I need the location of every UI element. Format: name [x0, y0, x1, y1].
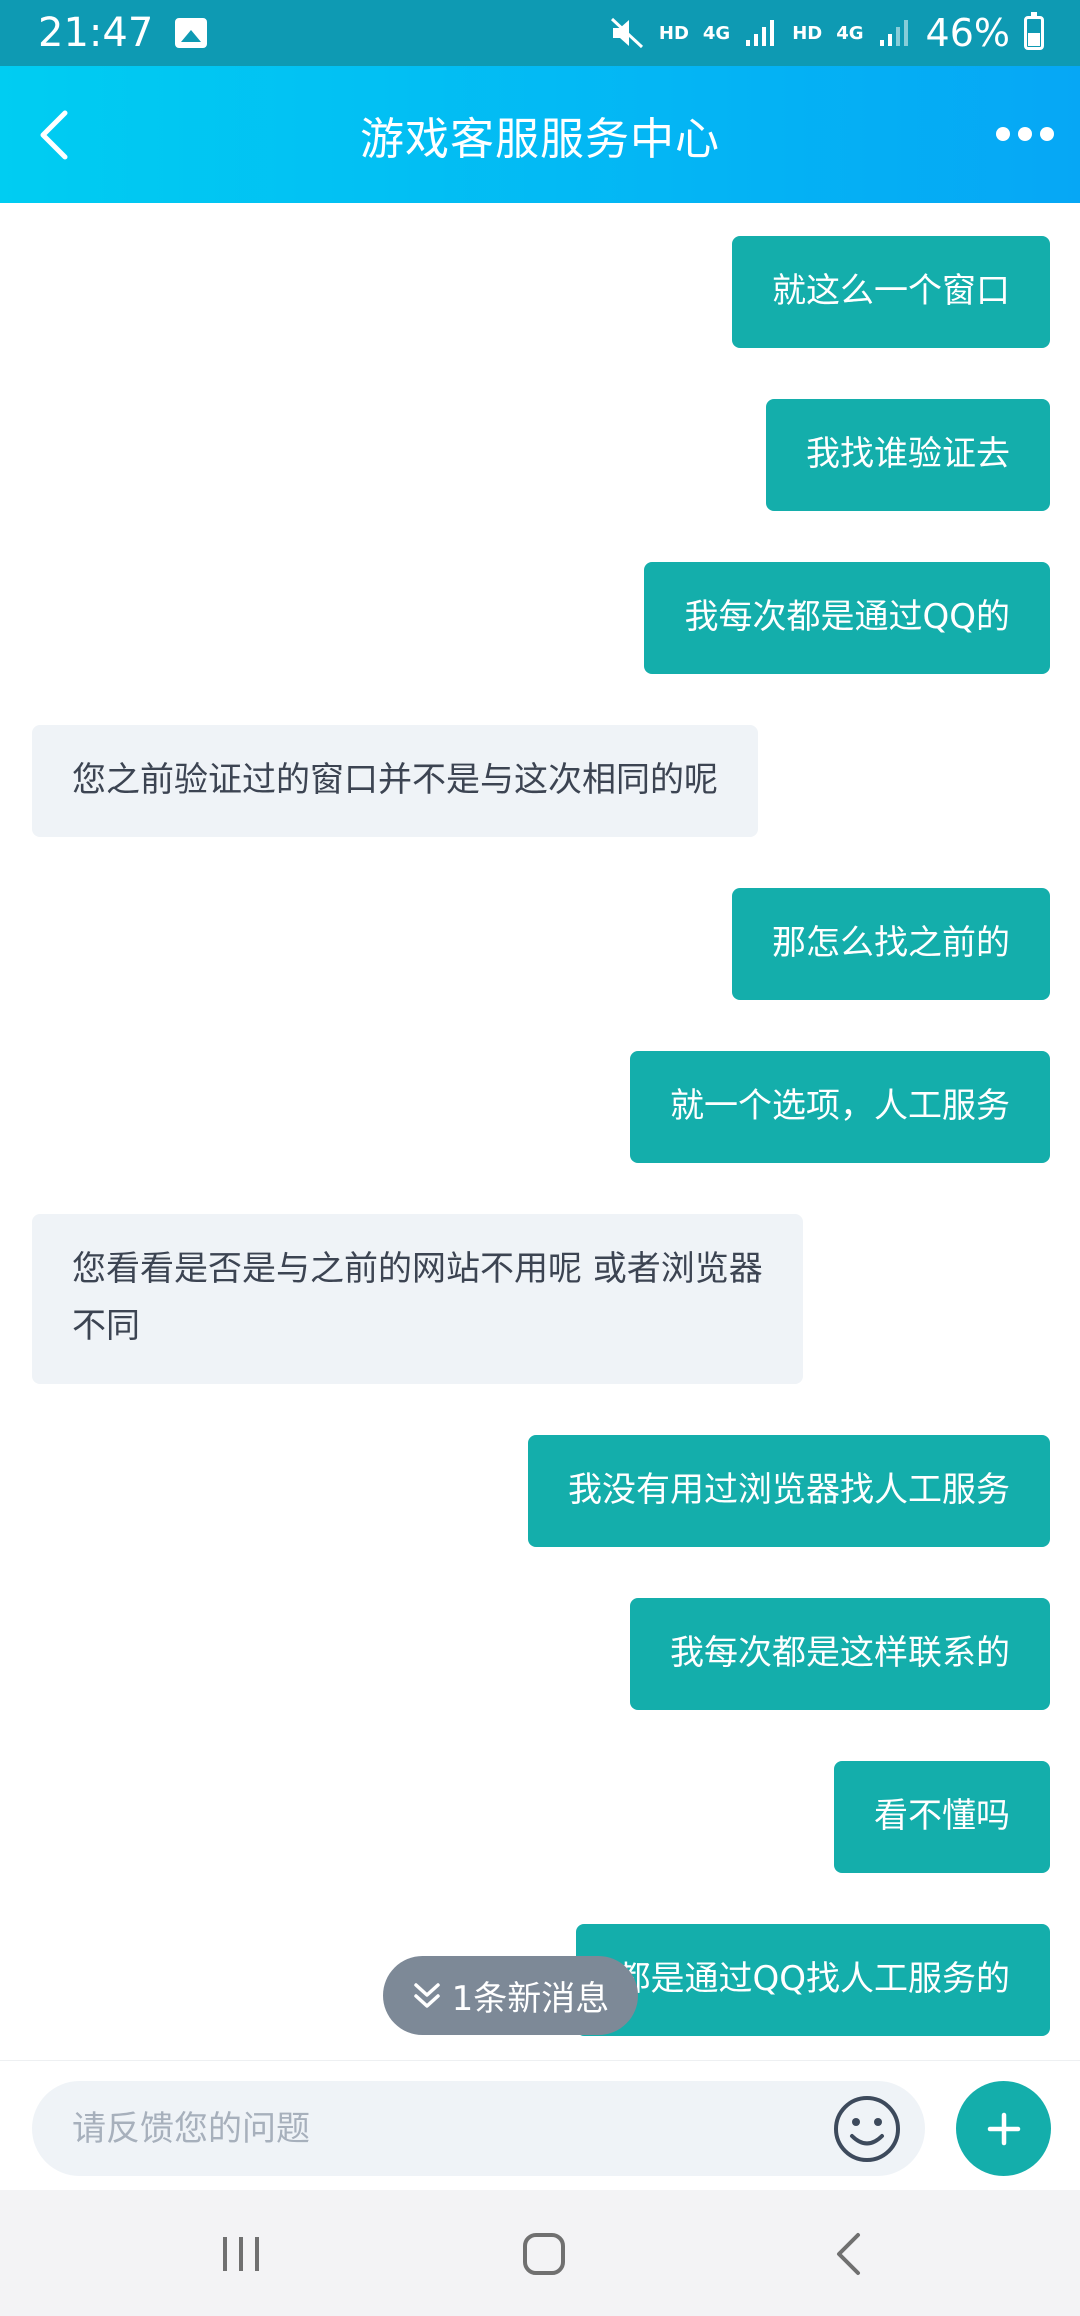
back-nav-button[interactable]: [816, 2222, 880, 2286]
status-time: 21:47: [38, 10, 154, 56]
more-options-button[interactable]: [990, 106, 1060, 162]
network-4g-label-2: 4G: [836, 22, 864, 44]
more-dot-icon: [996, 127, 1010, 141]
back-arrow-icon: [837, 2233, 860, 2275]
message-bubble-received[interactable]: 您之前验证过的窗口并不是与这次相同的呢: [32, 725, 758, 837]
emoji-icon[interactable]: [831, 2093, 903, 2165]
gallery-notification-icon: [175, 18, 208, 48]
message-input-container[interactable]: [32, 2081, 925, 2176]
page-title: 游戏客服服务中心: [360, 113, 720, 165]
recent-apps-button[interactable]: [209, 2222, 273, 2286]
message-bubble-sent[interactable]: 我没有用过浏览器找人工服务: [528, 1435, 1050, 1547]
recent-apps-icon: [223, 2237, 259, 2271]
message-bubble-sent[interactable]: 就一个选项，人工服务: [630, 1051, 1050, 1163]
home-button[interactable]: [512, 2222, 576, 2286]
message-input-bar: [0, 2060, 1080, 2190]
new-messages-button[interactable]: 1条新消息: [383, 1956, 638, 2035]
message-bubble-sent[interactable]: 我每次都是这样联系的: [630, 1598, 1050, 1710]
signal-icon-1: [746, 20, 775, 46]
status-bar: 21:47 HD 4G HD 4G 46%: [0, 0, 1080, 66]
message-bubble-sent[interactable]: 我每次都是通过QQ的: [644, 562, 1050, 674]
mute-icon: [610, 17, 643, 49]
message-bubble-sent[interactable]: 看不懂吗: [834, 1761, 1050, 1873]
message-line: 您看看是否是与之前的网站不用呢 或者浏览器: [72, 1249, 763, 1289]
more-dot-icon: [1018, 127, 1032, 141]
network-hd-label-2: HD: [792, 22, 823, 44]
chat-message-list[interactable]: 就这么一个窗口 我找谁验证去 我每次都是通过QQ的 您之前验证过的窗口并不是与这…: [0, 203, 1080, 2060]
chevron-left-icon: [40, 110, 68, 160]
message-bubble-sent[interactable]: 就这么一个窗口: [732, 236, 1050, 348]
app-header: 游戏客服服务中心: [0, 66, 1080, 203]
message-bubble-sent[interactable]: 都是通过QQ找人工服务的: [576, 1924, 1050, 2036]
network-hd-label-1: HD: [658, 22, 689, 44]
message-input[interactable]: [72, 2108, 792, 2149]
battery-percent: 46%: [925, 11, 1010, 55]
more-dot-icon: [1040, 127, 1054, 141]
add-attachment-button[interactable]: [956, 2081, 1051, 2176]
battery-icon: [1024, 12, 1044, 50]
message-bubble-sent[interactable]: 我找谁验证去: [766, 399, 1050, 511]
plus-icon: [987, 2112, 1020, 2145]
signal-icon-2: [879, 20, 908, 46]
message-bubble-received[interactable]: 您看看是否是与之前的网站不用呢 或者浏览器 不同: [32, 1214, 803, 1384]
double-chevron-down-icon: [413, 1982, 440, 2008]
network-4g-label-1: 4G: [702, 22, 731, 44]
system-navigation-bar: [0, 2190, 1080, 2316]
new-messages-label: 1条新消息: [451, 1979, 610, 2019]
message-line: 不同: [72, 1306, 140, 1346]
home-icon: [523, 2233, 565, 2275]
back-button[interactable]: [18, 100, 88, 170]
message-bubble-sent[interactable]: 那怎么找之前的: [732, 888, 1050, 1000]
